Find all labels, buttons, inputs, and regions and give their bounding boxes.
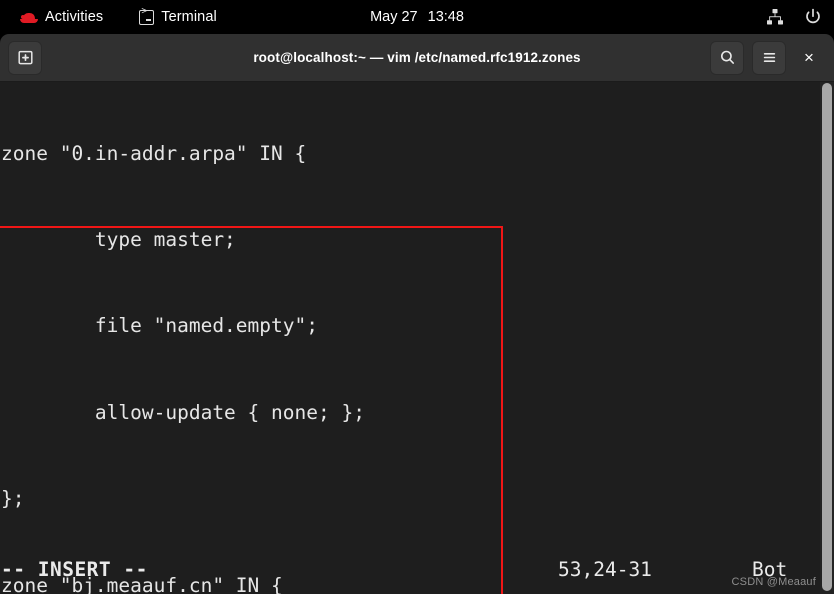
gnome-top-bar: Activities Terminal May 27 13:48	[0, 0, 834, 34]
buffer-line: file "named.empty";	[1, 314, 318, 338]
cursor-position-ruler: 53,24-31	[558, 558, 652, 581]
vim-mode-indicator: -- INSERT --	[1, 558, 148, 581]
network-sitemap-icon[interactable]	[766, 8, 784, 26]
app-menu-terminal[interactable]: Terminal	[131, 0, 225, 34]
vim-buffer[interactable]: zone "0.in-addr.arpa" IN { type master; …	[0, 82, 412, 594]
terminal-window: root@localhost:~ — vim /etc/named.rfc191…	[0, 34, 834, 594]
terminal-prompt-icon	[139, 7, 155, 25]
clock-time: 13:48	[427, 9, 464, 25]
activities-label: Activities	[45, 9, 104, 25]
redhat-logo-icon	[20, 10, 38, 24]
window-titlebar[interactable]: root@localhost:~ — vim /etc/named.rfc191…	[0, 34, 834, 82]
scrollbar-thumb[interactable]	[822, 83, 832, 591]
search-icon[interactable]	[710, 40, 744, 75]
hamburger-menu-icon[interactable]	[752, 40, 786, 75]
clock-date: May 27	[370, 9, 418, 25]
close-button[interactable]: ×	[794, 41, 824, 75]
page-title: root@localhost:~ — vim /etc/named.rfc191…	[253, 50, 581, 65]
terminal-body[interactable]: zone "0.in-addr.arpa" IN { type master; …	[0, 82, 834, 594]
scrollbar[interactable]	[820, 82, 834, 594]
new-tab-icon[interactable]	[8, 40, 42, 75]
clock-area[interactable]: May 27 13:48	[0, 0, 834, 34]
activities-button[interactable]: Activities	[12, 0, 111, 34]
vim-status-line: -- INSERT -- 53,24-31 Bot CSDN @Meaauf	[0, 548, 834, 594]
buffer-line: };	[1, 487, 25, 511]
buffer-line: zone "0.in-addr.arpa" IN {	[1, 141, 307, 165]
buffer-line: type master;	[1, 227, 236, 251]
watermark: CSDN @Meaauf	[731, 576, 816, 588]
buffer-line: allow-update { none; };	[1, 400, 365, 424]
power-icon[interactable]	[804, 8, 822, 26]
app-menu-label: Terminal	[161, 9, 217, 25]
system-status-area[interactable]	[766, 0, 822, 34]
